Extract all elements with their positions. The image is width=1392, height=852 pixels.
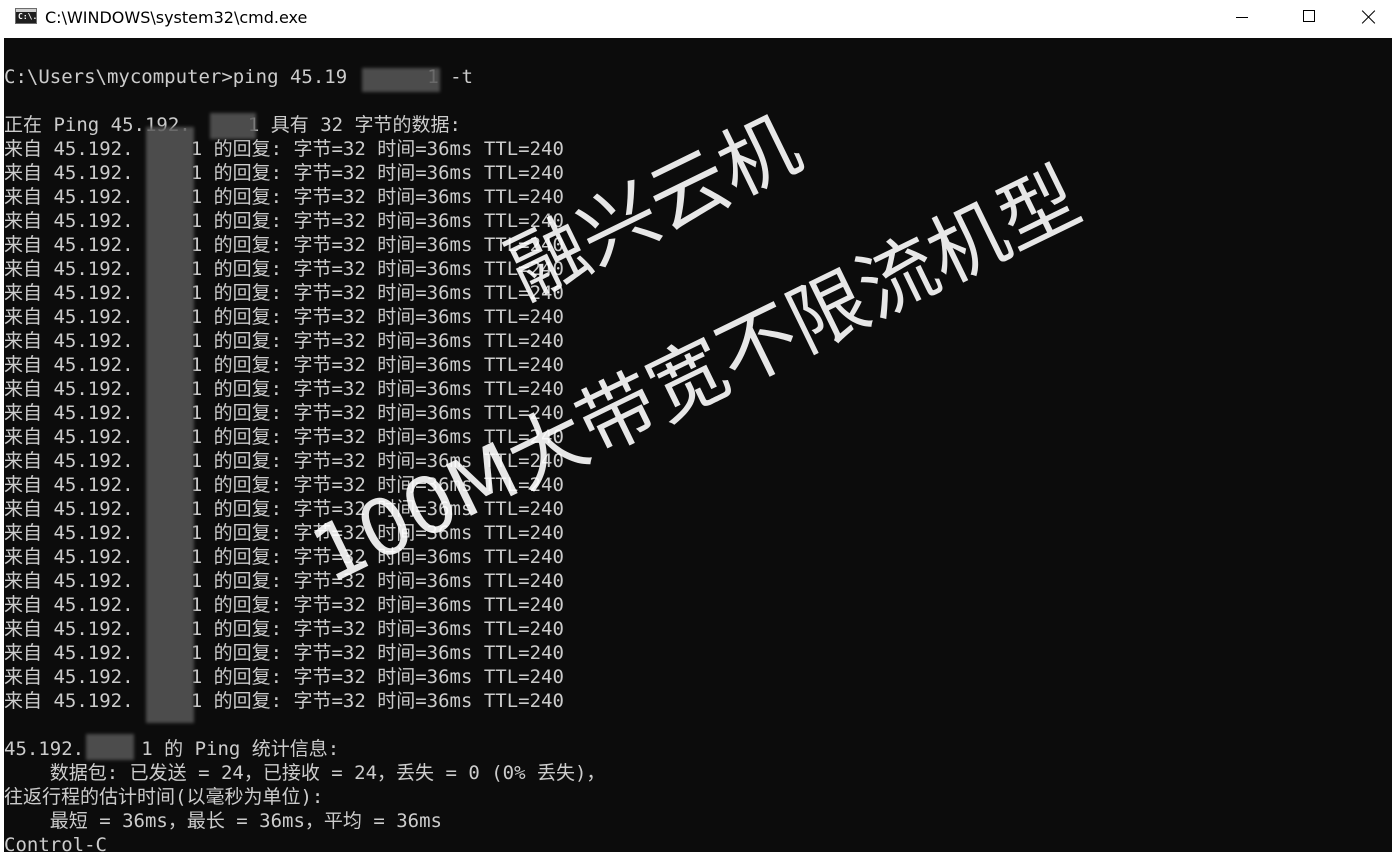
- console-line: 来自 45.192. 1 的回复: 字节=32 时间=36ms TTL=240: [4, 642, 564, 664]
- cmd-icon[interactable]: C:\.: [15, 8, 37, 24]
- console-line: 来自 45.192. 1 的回复: 字节=32 时间=36ms TTL=240: [4, 258, 564, 280]
- close-button[interactable]: [1346, 0, 1392, 36]
- minimize-button[interactable]: [1220, 0, 1266, 36]
- redacted-ip-statistics: [86, 734, 134, 760]
- console-line: 来自 45.192. 1 的回复: 字节=32 时间=36ms TTL=240: [4, 282, 564, 304]
- console-line: 来自 45.192. 1 的回复: 字节=32 时间=36ms TTL=240: [4, 450, 564, 472]
- console-line: 往返行程的估计时间(以毫秒为单位):: [4, 786, 324, 808]
- cmd-window: C:\. C:\WINDOWS\system32\cmd.exe C:\User…: [0, 0, 1392, 852]
- redacted-ip-command: [362, 68, 440, 92]
- console-line: 45.192. 1 的 Ping 统计信息:: [4, 738, 340, 760]
- redacted-ip-replies: [146, 127, 194, 723]
- console-line: 来自 45.192. 1 的回复: 字节=32 时间=36ms TTL=240: [4, 618, 564, 640]
- console-line: 来自 45.192. 1 的回复: 字节=32 时间=36ms TTL=240: [4, 306, 564, 328]
- console-line: 来自 45.192. 1 的回复: 字节=32 时间=36ms TTL=240: [4, 594, 564, 616]
- console-line: 来自 45.192. 1 的回复: 字节=32 时间=36ms TTL=240: [4, 570, 564, 592]
- console-line: 来自 45.192. 1 的回复: 字节=32 时间=36ms TTL=240: [4, 546, 564, 568]
- console-line: 数据包: 已发送 = 24，已接收 = 24，丢失 = 0 (0% 丢失)，: [4, 762, 606, 784]
- console-line: 来自 45.192. 1 的回复: 字节=32 时间=36ms TTL=240: [4, 522, 564, 544]
- console-line: 来自 45.192. 1 的回复: 字节=32 时间=36ms TTL=240: [4, 426, 564, 448]
- console-line: 来自 45.192. 1 的回复: 字节=32 时间=36ms TTL=240: [4, 666, 564, 688]
- console-line: 来自 45.192. 1 的回复: 字节=32 时间=36ms TTL=240: [4, 498, 564, 520]
- window-title: C:\WINDOWS\system32\cmd.exe: [45, 8, 308, 27]
- maximize-button[interactable]: [1287, 0, 1333, 36]
- console-line: 来自 45.192. 1 的回复: 字节=32 时间=36ms TTL=240: [4, 474, 564, 496]
- redacted-ip-ping-header: [210, 113, 256, 139]
- console-line: Control-C: [4, 834, 107, 852]
- title-bar[interactable]: C:\. C:\WINDOWS\system32\cmd.exe: [0, 0, 1392, 38]
- console-line: C:\Users\mycomputer>ping 45.19 1 -t: [4, 66, 473, 88]
- cmd-icon-label: C:\.: [18, 12, 38, 21]
- console-line: 来自 45.192. 1 的回复: 字节=32 时间=36ms TTL=240: [4, 690, 564, 712]
- vertical-scrollbar[interactable]: [1388, 38, 1392, 852]
- console-line: 最短 = 36ms，最长 = 36ms，平均 = 36ms: [4, 810, 442, 832]
